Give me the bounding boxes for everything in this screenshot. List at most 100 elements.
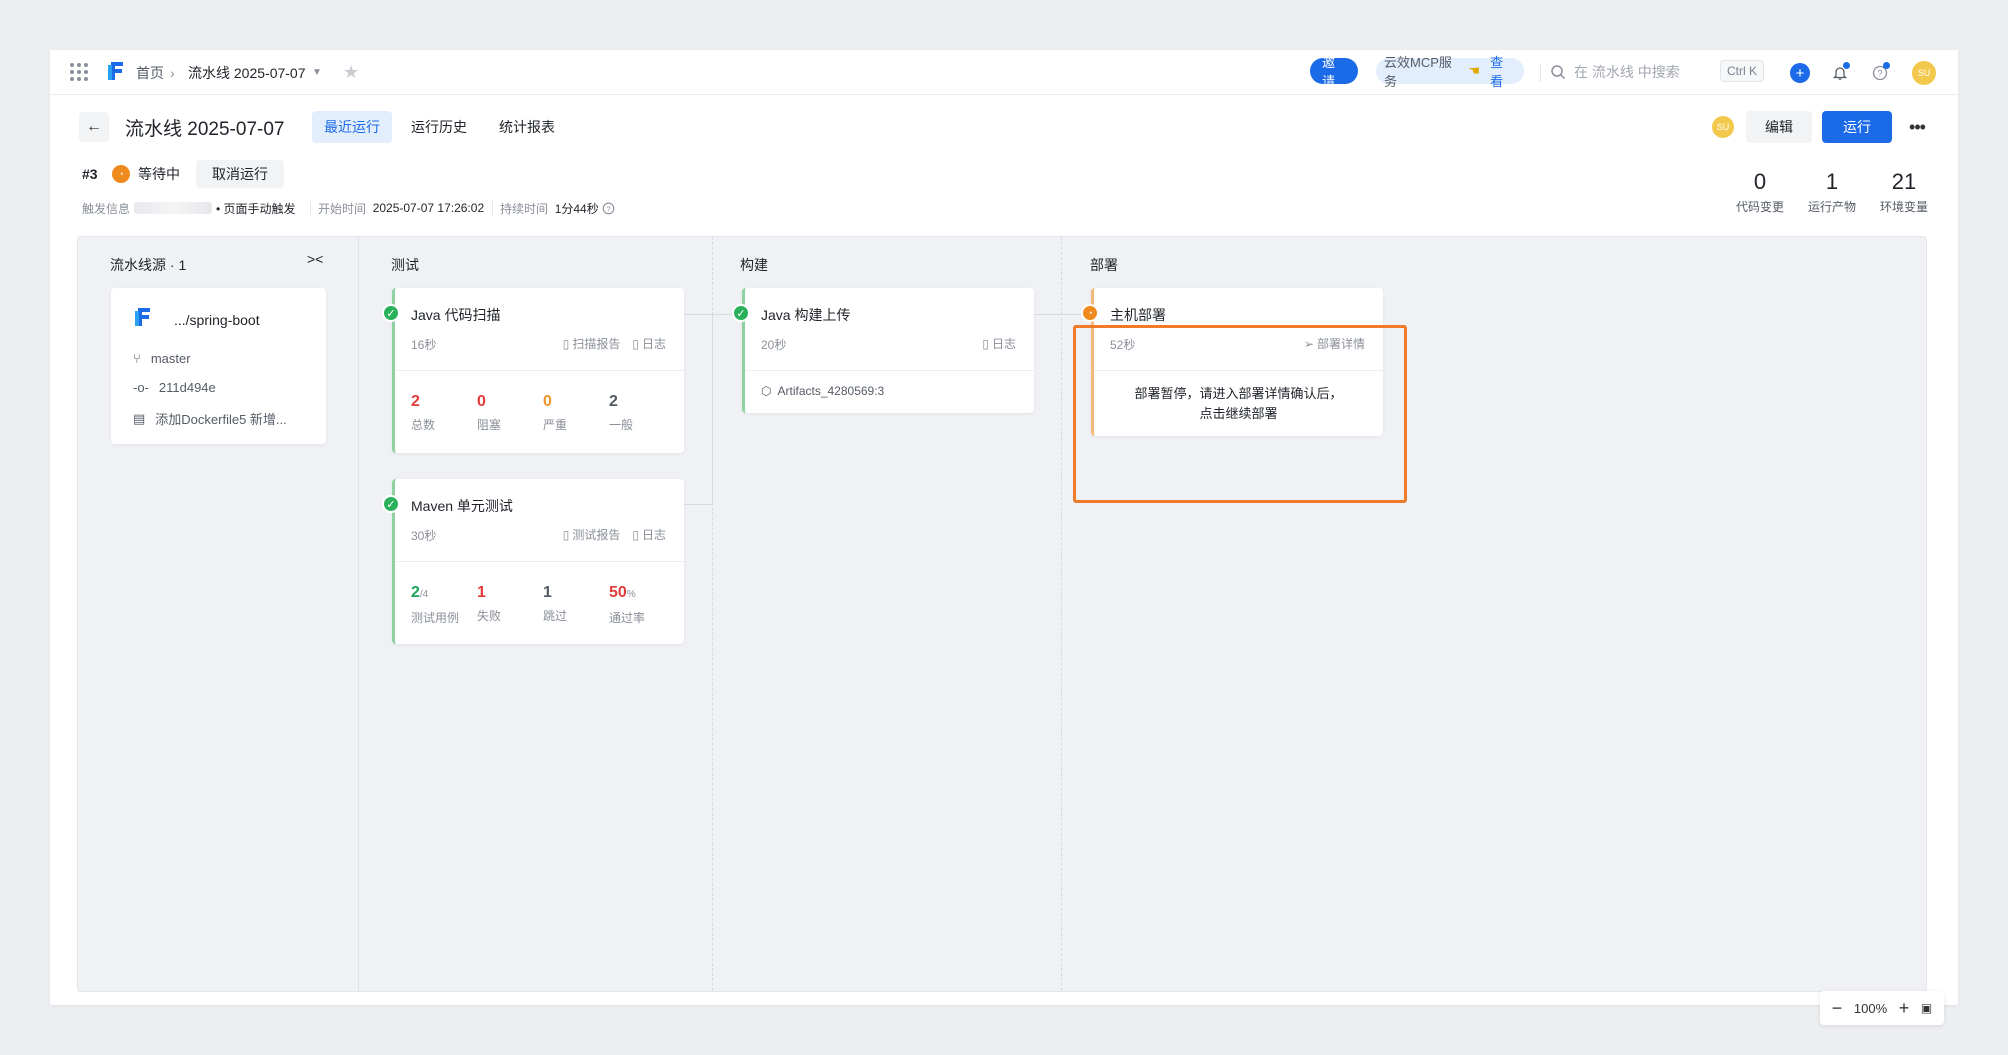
- user-avatar[interactable]: SU: [1912, 61, 1936, 85]
- metric-failed: 1 失败: [477, 584, 501, 624]
- trigger-value: • 页面手动触发: [216, 201, 296, 216]
- metric-label: 通过率: [609, 611, 646, 625]
- run-button[interactable]: 运行: [1822, 111, 1892, 143]
- clock-icon: ◔: [1081, 304, 1099, 322]
- report-icon: ▯: [562, 336, 570, 351]
- log-icon: ▯: [632, 527, 639, 542]
- success-check-icon: ✓: [382, 495, 400, 513]
- mcp-service-banner[interactable]: 云效MCP服务 ☚ 查看: [1376, 55, 1524, 89]
- duration-label: 持续时间: [500, 201, 549, 216]
- metric-value: 1: [543, 584, 552, 601]
- divider: [745, 370, 1034, 371]
- mcp-view-link[interactable]: 查看: [1490, 52, 1516, 90]
- invite-button[interactable]: 邀请: [1310, 55, 1358, 89]
- job-card-build-upload[interactable]: Java 构建上传 20秒 ▯ 日志 ⬡ Artifacts_4280569:3: [742, 288, 1034, 413]
- tab-run-history[interactable]: 运行历史: [399, 111, 479, 143]
- commit-message: 添加Dockerfile5 新增...: [155, 412, 287, 427]
- more-icon[interactable]: •••: [1902, 111, 1932, 143]
- stage-title-deploy: 部署: [1090, 257, 1118, 273]
- bell-icon[interactable]: [1829, 62, 1851, 84]
- metric-blocker: 0 阻塞: [477, 393, 501, 433]
- back-button[interactable]: ←: [79, 112, 109, 142]
- link-label: 扫描报告: [572, 337, 621, 351]
- metric-value: 0: [477, 393, 486, 410]
- success-check-icon: ✓: [732, 304, 750, 322]
- stat-env-vars[interactable]: 21 环境变量: [1876, 170, 1932, 215]
- clock-icon: ◔: [112, 165, 130, 183]
- metric-label: 总数: [411, 418, 436, 432]
- hand-pointer-icon: ☚: [1468, 63, 1481, 78]
- repo-logo-icon: [135, 308, 150, 326]
- highlight-box: [1073, 325, 1407, 503]
- help-icon[interactable]: ?: [1869, 62, 1891, 84]
- tab-recent-runs[interactable]: 最近运行: [312, 111, 392, 143]
- duration-value: 1分44秒: [554, 201, 599, 216]
- trigger-label: 触发信息: [82, 201, 131, 216]
- commit-hash[interactable]: 211d494e: [159, 380, 216, 395]
- stage-title-build: 构建: [740, 257, 768, 273]
- zoom-out-icon[interactable]: −: [1832, 998, 1843, 1019]
- stat-value: 1: [1825, 169, 1839, 194]
- breadcrumb-current[interactable]: 流水线 2025-07-07: [188, 50, 306, 95]
- job-name: Maven 单元测试: [411, 498, 513, 514]
- help-icon[interactable]: ?: [602, 202, 615, 215]
- metric-value: 50: [609, 584, 627, 601]
- fit-screen-icon[interactable]: ▣: [1921, 1001, 1932, 1015]
- repo-name[interactable]: .../spring-boot: [174, 312, 260, 328]
- zoom-in-icon[interactable]: +: [1899, 998, 1910, 1019]
- commit-row: -o- 211d494e: [133, 380, 216, 395]
- metric-total: 2 总数: [411, 393, 435, 433]
- search-placeholder: 在 流水线 中搜索: [1574, 64, 1680, 80]
- star-icon[interactable]: ★: [343, 50, 359, 95]
- shortcut-hint: Ctrl K: [1720, 60, 1764, 82]
- artifact-link[interactable]: ⬡ Artifacts_4280569:3: [761, 384, 884, 398]
- divider: [395, 561, 684, 562]
- log-link[interactable]: ▯ 日志: [632, 335, 666, 352]
- app-grid-icon[interactable]: [70, 63, 88, 81]
- app-window: 首页 › 流水线 2025-07-07 ▼ ★ 邀请 云效MCP服务 ☚ 查看 …: [50, 50, 1958, 1025]
- logo-icon[interactable]: [106, 59, 126, 83]
- metric-value: 2: [609, 393, 618, 410]
- job-name: 主机部署: [1110, 307, 1166, 323]
- search-icon: [1551, 65, 1566, 80]
- cancel-run-button[interactable]: 取消运行: [196, 160, 284, 188]
- add-icon[interactable]: +: [1790, 63, 1810, 83]
- metric-label: 测试用例: [411, 611, 460, 625]
- commit-message-row: ▤ 添加Dockerfile5 新增...: [133, 409, 287, 428]
- pipeline-canvas[interactable]: 流水线源 · 1 >< .../spring-boot ⑂ master -o- 2…: [77, 236, 1927, 992]
- test-report-link[interactable]: ▯ 测试报告: [563, 526, 621, 543]
- chevron-down-icon[interactable]: ▼: [312, 50, 322, 95]
- log-link[interactable]: ▯ 日志: [982, 335, 1016, 352]
- breadcrumb-home[interactable]: 首页: [136, 50, 164, 95]
- job-name: Java 代码扫描: [411, 307, 501, 323]
- job-card-code-scan[interactable]: Java 代码扫描 16秒 ▯ 扫描报告 ▯ 日志 2 总数 0 阻塞 0 严重 2 一般: [392, 288, 684, 453]
- tab-statistics[interactable]: 统计报表: [487, 111, 567, 143]
- metric-value: 2: [411, 584, 420, 601]
- edit-button[interactable]: 编辑: [1746, 111, 1812, 143]
- job-name: Java 构建上传: [761, 307, 851, 323]
- stat-artifacts[interactable]: 1 运行产物: [1804, 170, 1860, 215]
- divider: [492, 201, 493, 215]
- stat-label: 环境变量: [1879, 200, 1928, 214]
- stat-code-changes[interactable]: 0 代码变更: [1732, 170, 1788, 215]
- job-card-unit-test[interactable]: Maven 单元测试 30秒 ▯ 测试报告 ▯ 日志 2/4 测试用例 1 失败 1 跳过…: [392, 479, 684, 644]
- metric-label: 跳过: [543, 609, 568, 623]
- column-divider: [1061, 237, 1062, 991]
- source-card[interactable]: .../spring-boot ⑂ master -o- 211d494e ▤ 添加D…: [111, 288, 326, 444]
- scan-report-link[interactable]: ▯ 扫描报告: [563, 335, 621, 352]
- document-icon: ▤: [133, 410, 146, 426]
- metric-skipped: 1 跳过: [543, 584, 567, 624]
- log-link[interactable]: ▯ 日志: [632, 526, 666, 543]
- metric-label: 失败: [477, 609, 502, 623]
- metric-value: 2: [411, 393, 420, 410]
- link-label: 日志: [641, 337, 666, 351]
- collapse-icon[interactable]: ><: [307, 251, 323, 267]
- stat-value: 21: [1891, 169, 1917, 194]
- branch-icon: ⑂: [133, 351, 141, 366]
- svg-text:?: ?: [1877, 69, 1882, 79]
- metric-suffix: /4: [419, 589, 429, 600]
- breadcrumb-separator-icon: ›: [170, 64, 175, 81]
- run-status: 等待中: [138, 166, 180, 182]
- divider: [310, 201, 311, 215]
- owner-avatar[interactable]: SU: [1712, 116, 1734, 138]
